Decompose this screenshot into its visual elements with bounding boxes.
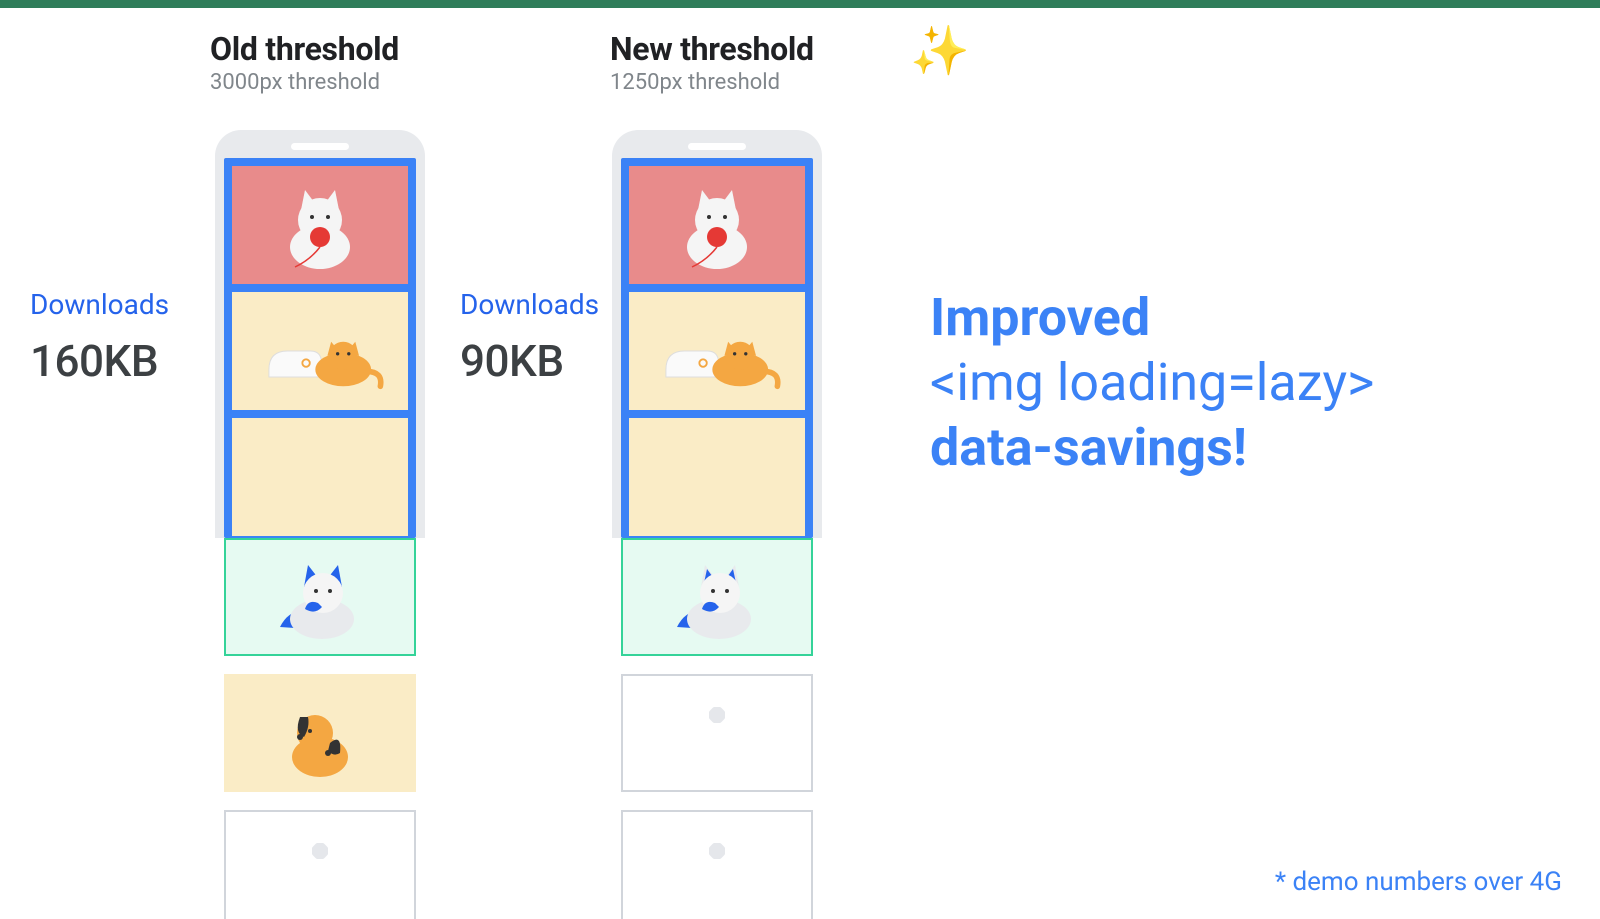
downloads-value: 90KB bbox=[460, 335, 599, 387]
phone-screen bbox=[621, 158, 813, 538]
cat-yarn-icon bbox=[255, 175, 385, 275]
top-accent-bar bbox=[0, 0, 1600, 8]
cat-cape-icon bbox=[255, 547, 385, 647]
loading-spinner-icon bbox=[690, 706, 744, 760]
new-subtitle: 1250px threshold bbox=[610, 70, 840, 95]
phone-screen bbox=[224, 158, 416, 538]
sparkles-icon: ✨ bbox=[910, 22, 970, 79]
loading-spinner-icon bbox=[293, 842, 347, 896]
loading-spinner-icon bbox=[690, 842, 744, 896]
downloads-label: Downloads bbox=[30, 288, 169, 321]
phone-speaker bbox=[291, 143, 349, 150]
image-tile-placeholder bbox=[621, 674, 813, 792]
old-downloads: Downloads 160KB bbox=[30, 288, 169, 387]
cat-cape-icon bbox=[652, 547, 782, 647]
old-title: Old threshold bbox=[210, 30, 440, 68]
dog-icon bbox=[255, 683, 385, 783]
below-new bbox=[612, 538, 822, 919]
downloads-value: 160KB bbox=[30, 335, 169, 387]
image-tile-cat-yarn bbox=[629, 166, 805, 284]
image-tile-cat-cape-loaded bbox=[224, 538, 416, 656]
cat-shoe-icon bbox=[652, 301, 782, 401]
new-title: New threshold bbox=[610, 30, 840, 68]
new-threshold-header: New threshold 1250px threshold bbox=[610, 30, 840, 95]
downloads-label: Downloads bbox=[460, 288, 599, 321]
old-threshold-header: Old threshold 3000px threshold bbox=[210, 30, 440, 95]
image-tile-placeholder bbox=[224, 810, 416, 919]
image-tile-cat-shoe bbox=[232, 292, 408, 410]
phone-frame bbox=[215, 130, 425, 538]
phone-old bbox=[215, 130, 425, 538]
image-tile-cat-yarn bbox=[232, 166, 408, 284]
image-tile-cat-shoe bbox=[629, 292, 805, 410]
image-tile-partial bbox=[232, 418, 408, 536]
headline-line2: <img loading=lazy> bbox=[930, 350, 1374, 415]
phone-new bbox=[612, 130, 822, 538]
footnote: * demo numbers over 4G bbox=[1275, 867, 1562, 897]
phone-frame bbox=[612, 130, 822, 538]
image-tile-placeholder bbox=[621, 810, 813, 919]
phone-speaker bbox=[688, 143, 746, 150]
below-old bbox=[215, 538, 425, 919]
old-subtitle: 3000px threshold bbox=[210, 70, 440, 95]
image-tile-dog-loaded bbox=[224, 674, 416, 792]
cat-yarn-icon bbox=[652, 175, 782, 275]
image-tile-cat-cape-loaded bbox=[621, 538, 813, 656]
headline-line1: Improved bbox=[930, 285, 1374, 350]
diagram-canvas: Old threshold 3000px threshold New thres… bbox=[0, 0, 1600, 919]
image-tile-partial bbox=[629, 418, 805, 536]
headline: Improved <img loading=lazy> data-savings… bbox=[930, 285, 1374, 480]
cat-shoe-icon bbox=[255, 301, 385, 401]
new-downloads: Downloads 90KB bbox=[460, 288, 599, 387]
headline-line3: data-savings! bbox=[930, 415, 1374, 480]
